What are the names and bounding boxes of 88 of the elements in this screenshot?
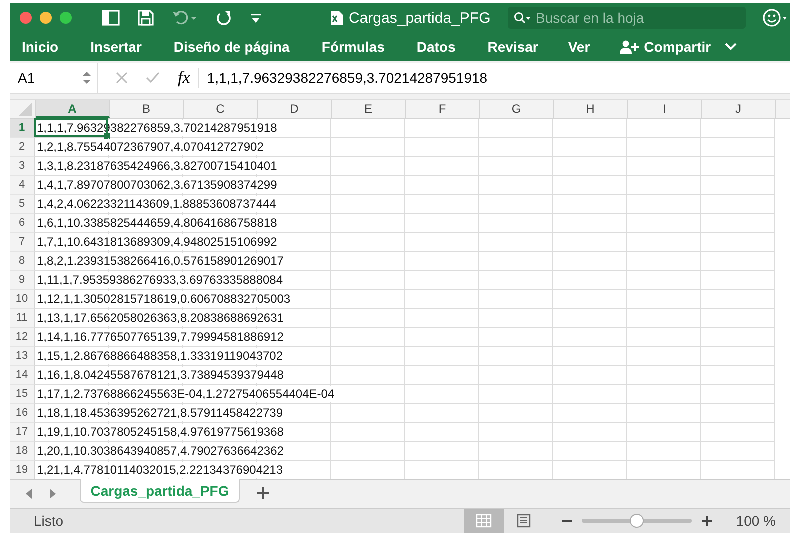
cancel-icon[interactable]	[116, 72, 128, 84]
column-header[interactable]: D	[258, 100, 332, 118]
row-header[interactable]: 16	[10, 404, 35, 423]
cell-text: 1,4,2,4.06223321143609,1.88853608737444	[37, 196, 276, 212]
add-person-icon	[620, 40, 640, 54]
ribbon-tab[interactable]: Datos	[416, 39, 456, 55]
ribbon-tab[interactable]: Revisar	[488, 39, 538, 55]
column-header[interactable]: B	[110, 100, 184, 118]
column-header[interactable]: I	[628, 100, 702, 118]
customize-icon[interactable]	[250, 12, 262, 24]
function-label[interactable]: fx	[178, 68, 200, 88]
window-title: Cargas_partida_PFG	[349, 10, 491, 26]
row-header[interactable]: 7	[10, 233, 35, 252]
cell-text: 1,2,1,8.75544072367907,4.070412727902	[37, 139, 264, 155]
redo-icon[interactable]	[216, 10, 232, 26]
cell-text: 1,17,1,2.73768866245563E-04,1.27275406554404E-04	[37, 386, 335, 402]
name-box[interactable]: A1	[10, 63, 98, 93]
cell-text: 1,18,1,18.4536395262721,8.57911458422739	[37, 405, 284, 421]
ribbon-tab[interactable]: Insertar	[90, 39, 142, 55]
row-header[interactable]: 14	[10, 366, 35, 385]
cell-text: 1,6,1,10.3385825444659,4.80641686758818	[37, 215, 278, 231]
normal-view-button[interactable]	[464, 509, 504, 533]
ribbon-tab[interactable]: Fórmulas	[322, 39, 385, 55]
column-header[interactable]: H	[554, 100, 628, 118]
row-header[interactable]: 15	[10, 385, 35, 404]
row-header[interactable]: 11	[10, 309, 35, 328]
cell-text: 1,21,1,4.77810114032015,2.22134376904213	[37, 462, 284, 478]
cell-text: 1,14,1,16.7776507765139,7.79994581886912	[37, 329, 284, 345]
column-header[interactable]: G	[480, 100, 554, 118]
smiley-icon[interactable]	[762, 8, 788, 28]
zoom-percentage: 100 %	[736, 513, 776, 529]
grid-icon	[476, 514, 492, 528]
cell-text: 1,11,1,7.95359386276933,3.69763335888084	[37, 272, 284, 288]
cell-text: 1,3,1,8.23187635424966,3.82700715410401	[37, 158, 278, 174]
column-header[interactable]: E	[332, 100, 406, 118]
row-header[interactable]: 12	[10, 328, 35, 347]
row-header[interactable]: 9	[10, 271, 35, 290]
add-sheet-icon[interactable]	[256, 486, 270, 500]
ribbon-tab[interactable]: Ver	[568, 39, 590, 55]
cell-text: 1,15,1,2.86768866488358,1.33319119043702	[37, 348, 284, 364]
minimize-icon[interactable]	[40, 12, 52, 24]
cell-text: 1,13,1,17.6562058026363,8.20838688692631	[37, 310, 284, 326]
row-header[interactable]: 6	[10, 214, 35, 233]
zoom-slider[interactable]	[582, 514, 692, 528]
cell-text: 1,8,2,1.23931538266416,0.576158901269017	[37, 253, 284, 269]
row-header[interactable]: 8	[10, 252, 35, 271]
row-header[interactable]: 2	[10, 138, 35, 157]
row-header[interactable]: 18	[10, 442, 35, 461]
cell-text: 1,19,1,10.7037805245158,4.97619775619368	[37, 424, 284, 440]
cell-text: 1,20,1,10.3038643940857,4.79027636642362	[37, 443, 284, 459]
undo-icon[interactable]	[172, 10, 198, 26]
row-header[interactable]: 3	[10, 157, 35, 176]
previous-sheet-icon[interactable]	[24, 488, 34, 500]
column-header[interactable]: A	[36, 100, 110, 118]
formula-field[interactable]: 1,1,1,7.96329382276859,3.70214287951918	[207, 70, 488, 86]
share-button[interactable]: Compartir	[620, 39, 712, 55]
excel-file-icon	[330, 10, 344, 26]
page-icon	[516, 514, 532, 528]
cell-text: 1,4,1,7.89707800703062,3.67135908374299	[37, 177, 278, 193]
chevron-down-icon[interactable]	[725, 43, 738, 51]
save-icon[interactable]	[138, 10, 154, 26]
cell-text: 1,16,1,8.04245587678121,3.73894539379448	[37, 367, 284, 383]
zoom-icon[interactable]	[60, 12, 72, 24]
row-header[interactable]: 19	[10, 461, 35, 479]
column-header[interactable]: C	[184, 100, 258, 118]
close-icon[interactable]	[20, 12, 32, 24]
stepper-icon	[83, 71, 91, 85]
slider-thumb[interactable]	[630, 514, 644, 528]
next-sheet-icon[interactable]	[48, 488, 58, 500]
column-header[interactable]: F	[406, 100, 480, 118]
row-header[interactable]: 4	[10, 176, 35, 195]
column-header[interactable]: J	[702, 100, 776, 118]
status-text: Listo	[34, 513, 64, 529]
row-header[interactable]: 10	[10, 290, 35, 309]
row-header[interactable]: 13	[10, 347, 35, 366]
cell-text: 1,7,1,10.6431813689309,4.94802515106992	[37, 234, 278, 250]
row-header[interactable]: 17	[10, 423, 35, 442]
row-header[interactable]: 1	[10, 119, 35, 138]
sheet-tab[interactable]: Cargas_partida_PFG	[80, 479, 240, 503]
zoom-in-icon[interactable]	[702, 516, 712, 526]
search-field[interactable]: Buscar en la hoja	[508, 7, 746, 29]
check-icon[interactable]	[146, 72, 160, 84]
ribbon-tab[interactable]: Inicio	[22, 39, 59, 55]
ribbon-tab[interactable]: Diseño de página	[174, 39, 290, 55]
search-icon	[514, 12, 532, 24]
cell-text: 1,12,1,1.30502815718619,0.606708832705003	[37, 291, 291, 307]
sidebar-icon[interactable]	[102, 10, 120, 26]
row-header[interactable]: 5	[10, 195, 35, 214]
